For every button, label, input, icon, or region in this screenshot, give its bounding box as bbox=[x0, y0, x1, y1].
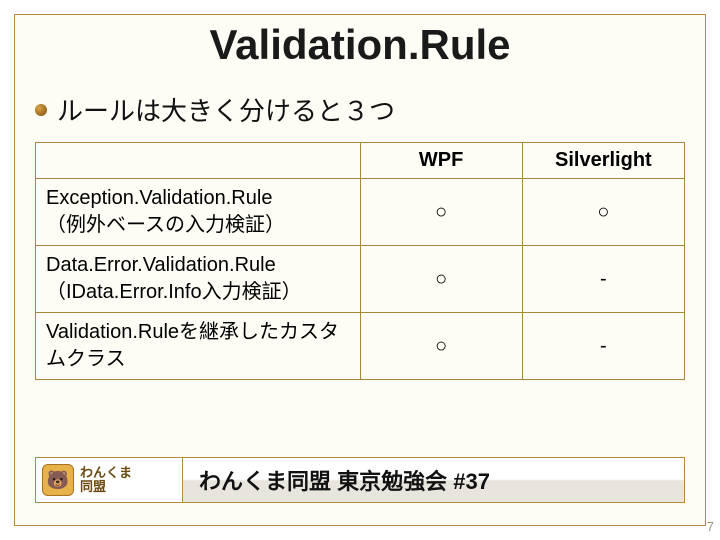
table-row: Validation.Ruleを継承したカスタムクラス ○ - bbox=[36, 313, 685, 380]
rule-name: Validation.Ruleを継承したカスタムクラス bbox=[36, 313, 361, 380]
logo-line2: 同盟 bbox=[80, 480, 132, 494]
compare-table: WPF Silverlight Exception.Validation.Rul… bbox=[35, 142, 685, 380]
table-header-row: WPF Silverlight bbox=[36, 143, 685, 179]
bullet-row: ルールは大きく分けると３つ bbox=[35, 91, 685, 128]
rule-name: Exception.Validation.Rule（例外ベースの入力検証） bbox=[36, 179, 361, 246]
bullet-text: ルールは大きく分けると３つ bbox=[57, 91, 395, 128]
table-row: Data.Error.Validation.Rule（IData.Error.I… bbox=[36, 246, 685, 313]
slide: Validation.Rule ルールは大きく分けると３つ WPF Silver… bbox=[0, 0, 720, 540]
rule-silverlight: - bbox=[522, 246, 684, 313]
bullet-icon bbox=[35, 104, 47, 116]
mascot-icon: 🐻 bbox=[42, 464, 74, 496]
table-header-blank bbox=[36, 143, 361, 179]
rule-name: Data.Error.Validation.Rule（IData.Error.I… bbox=[36, 246, 361, 313]
footer-logo: 🐻 わんくま 同盟 bbox=[36, 458, 183, 502]
table-header-wpf: WPF bbox=[360, 143, 522, 179]
footer-bar: 🐻 わんくま 同盟 わんくま同盟 東京勉強会 #37 bbox=[35, 457, 685, 503]
table-row: Exception.Validation.Rule（例外ベースの入力検証） ○ … bbox=[36, 179, 685, 246]
rule-wpf: ○ bbox=[360, 246, 522, 313]
page-number: 7 bbox=[707, 519, 714, 534]
logo-line1: わんくま bbox=[80, 466, 132, 480]
rule-silverlight: ○ bbox=[522, 179, 684, 246]
rule-wpf: ○ bbox=[360, 313, 522, 380]
slide-title: Validation.Rule bbox=[35, 21, 685, 69]
footer-event: わんくま同盟 東京勉強会 #37 bbox=[183, 458, 684, 502]
rule-wpf: ○ bbox=[360, 179, 522, 246]
slide-inner: Validation.Rule ルールは大きく分けると３つ WPF Silver… bbox=[14, 14, 706, 526]
table-header-silverlight: Silverlight bbox=[522, 143, 684, 179]
logo-text: わんくま 同盟 bbox=[80, 466, 132, 493]
rule-silverlight: - bbox=[522, 313, 684, 380]
